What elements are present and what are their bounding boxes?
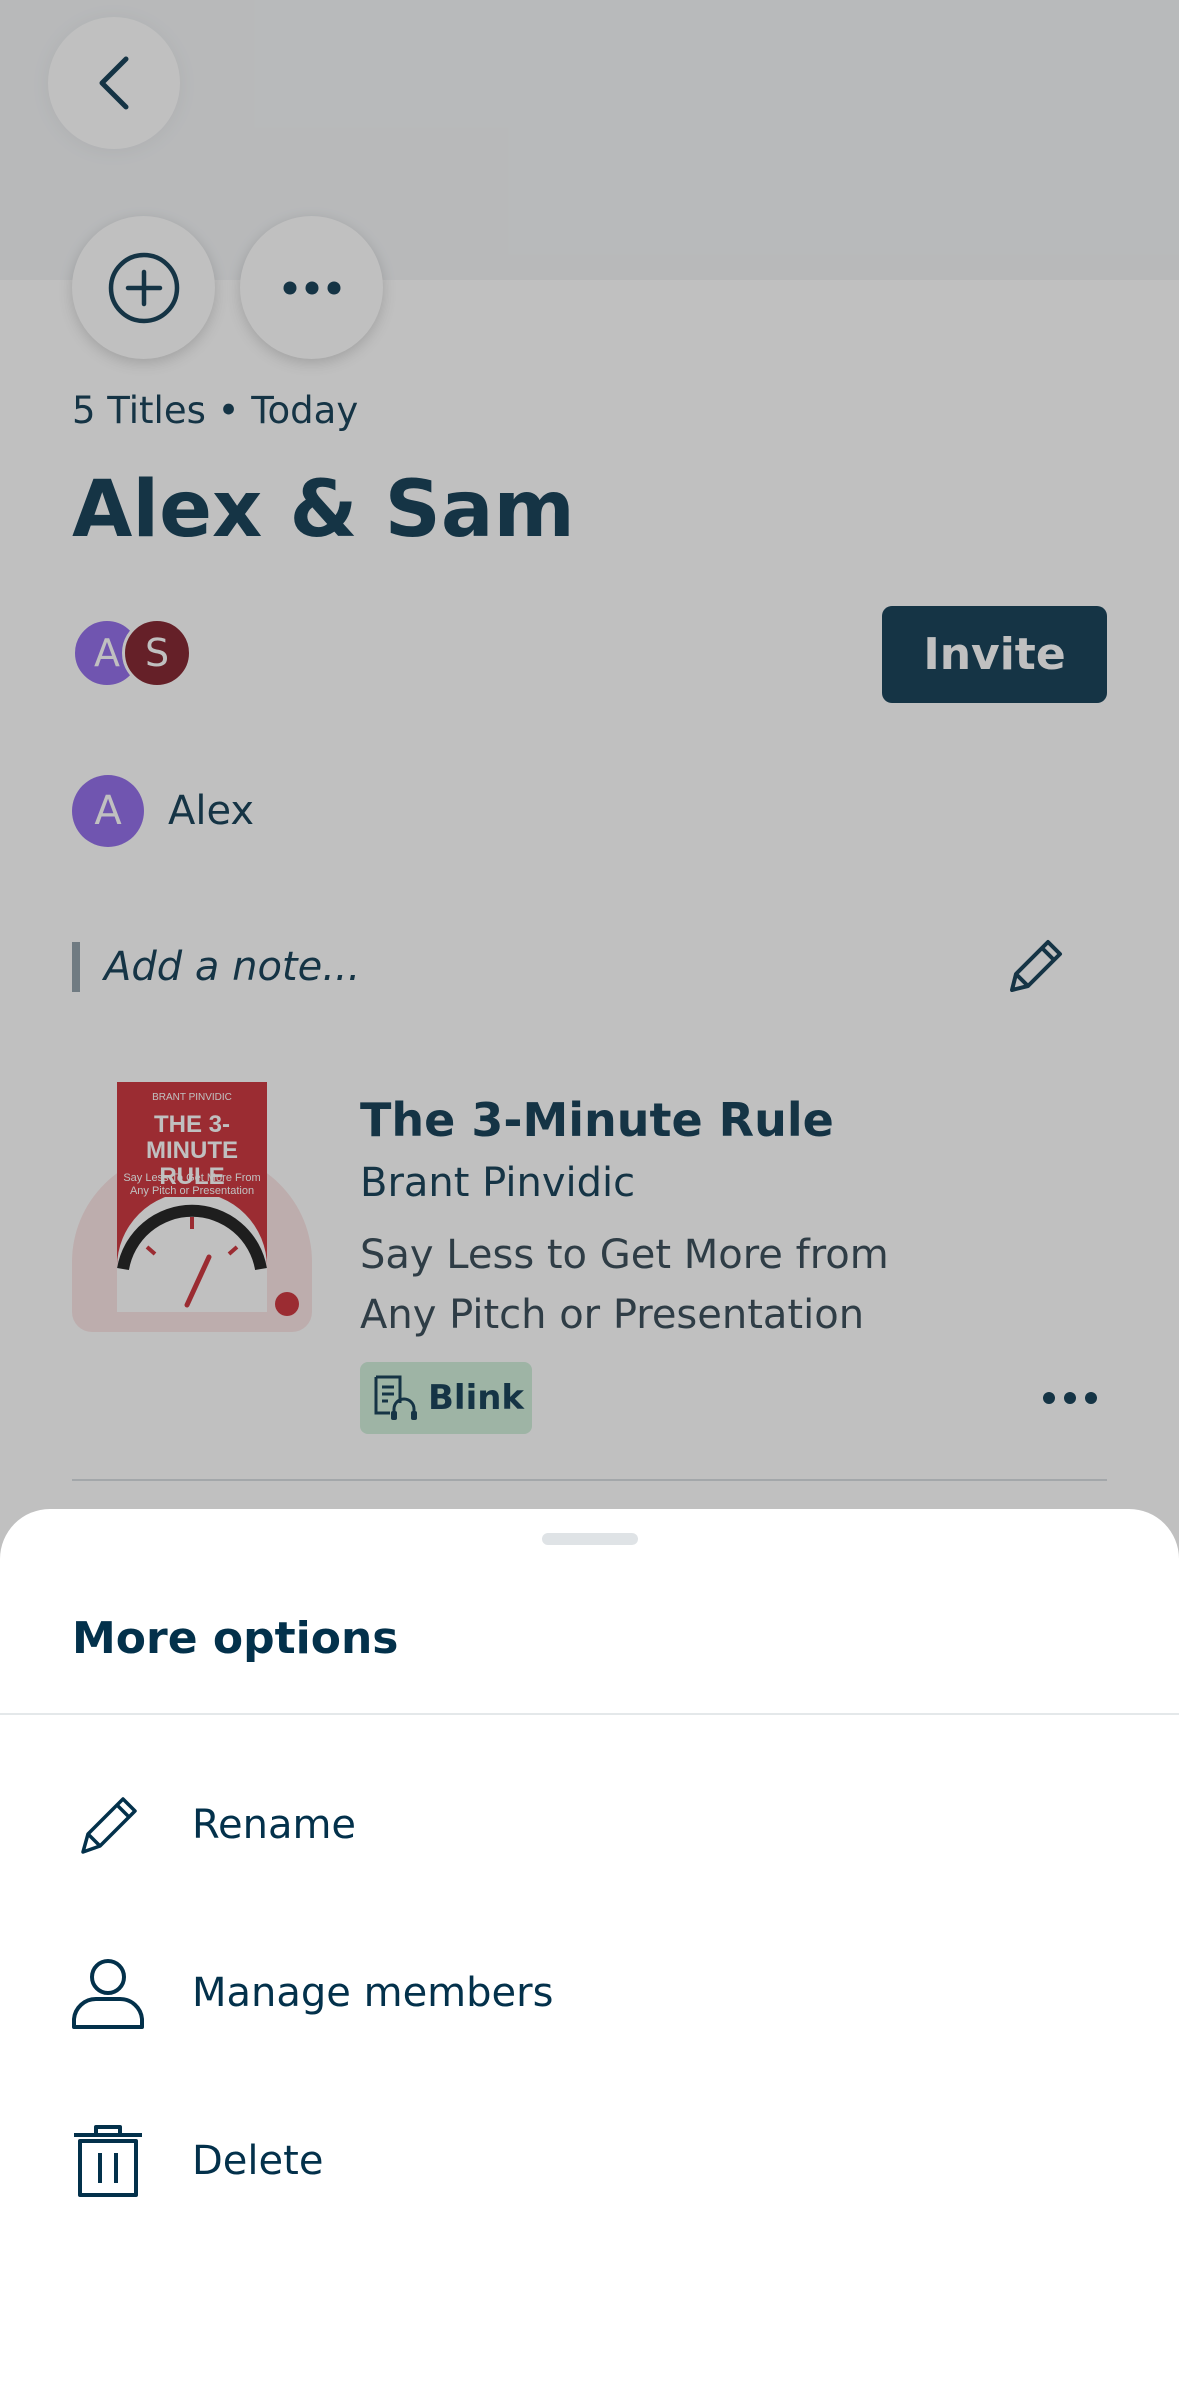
sheet-divider	[0, 1713, 1179, 1715]
manage-members-option[interactable]: Manage members	[0, 1918, 1179, 2068]
rename-label: Rename	[192, 1802, 357, 1848]
sheet-title: More options	[72, 1613, 399, 1664]
rename-option[interactable]: Rename	[0, 1750, 1179, 1900]
delete-option[interactable]: Delete	[0, 2086, 1179, 2236]
delete-label: Delete	[192, 2138, 324, 2184]
pencil-icon	[68, 1785, 148, 1865]
person-icon	[68, 1953, 148, 2033]
manage-members-label: Manage members	[192, 1970, 554, 2016]
trash-icon	[68, 2121, 148, 2201]
sheet-drag-handle[interactable]	[542, 1533, 638, 1545]
